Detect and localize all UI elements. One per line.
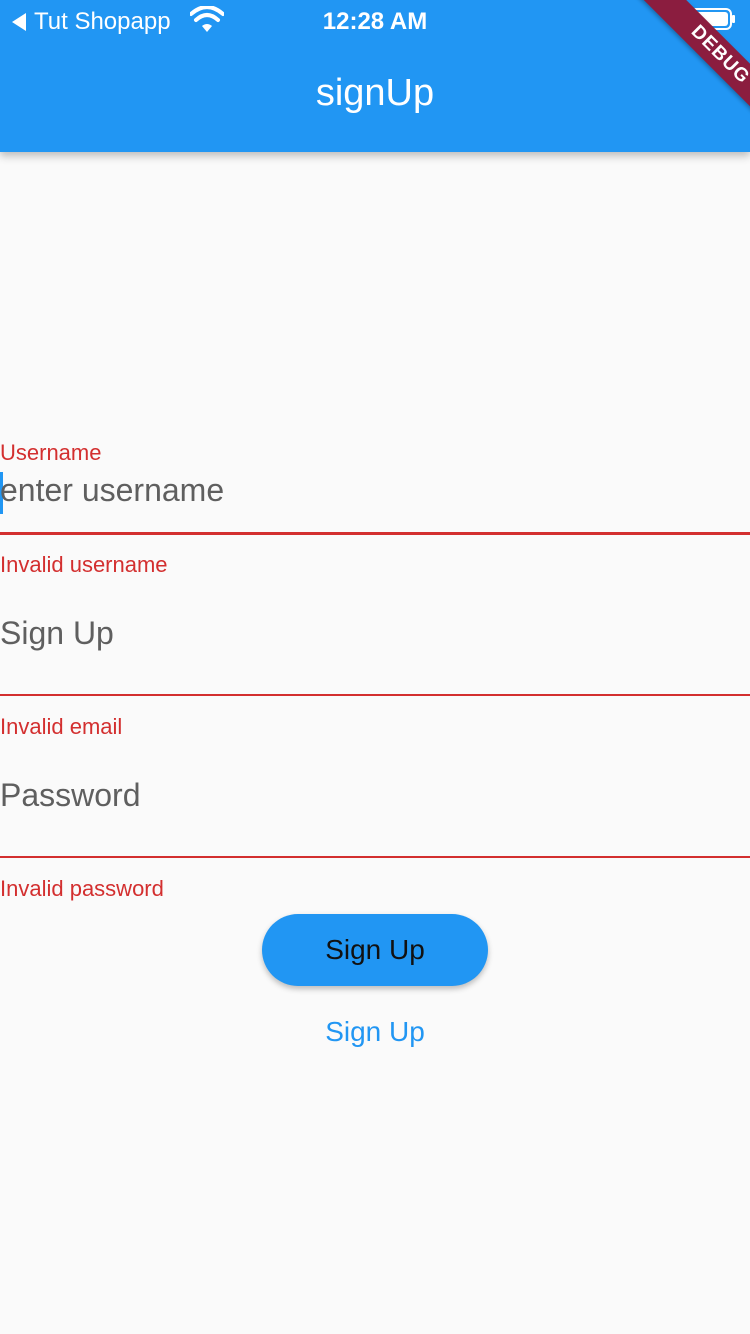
email-underline xyxy=(0,694,750,696)
username-underline xyxy=(0,532,750,535)
username-label: Username xyxy=(0,440,102,465)
page-title: signUp xyxy=(315,72,435,114)
status-time: 12:28 AM xyxy=(322,8,428,35)
username-field: Username enter username Invalid username xyxy=(0,440,750,580)
username-input[interactable]: enter username xyxy=(0,472,750,522)
email-error: Invalid email xyxy=(0,714,123,739)
username-error: Invalid username xyxy=(0,552,168,577)
password-error: Invalid password xyxy=(0,876,164,901)
password-field: Password Invalid password xyxy=(0,777,750,907)
email-field: Sign Up Invalid email xyxy=(0,615,750,745)
password-input[interactable]: Password xyxy=(0,777,750,827)
battery-icon xyxy=(690,8,735,30)
sign-up-button[interactable]: Sign Up xyxy=(262,914,488,986)
app-bar: Tut Shopapp 12:28 AM signUp xyxy=(0,0,750,152)
password-underline xyxy=(0,856,750,858)
status-bar: Tut Shopapp 12:28 AM xyxy=(0,0,750,40)
email-input[interactable]: Sign Up xyxy=(0,615,750,665)
sign-up-link[interactable]: Sign Up xyxy=(0,1016,750,1048)
